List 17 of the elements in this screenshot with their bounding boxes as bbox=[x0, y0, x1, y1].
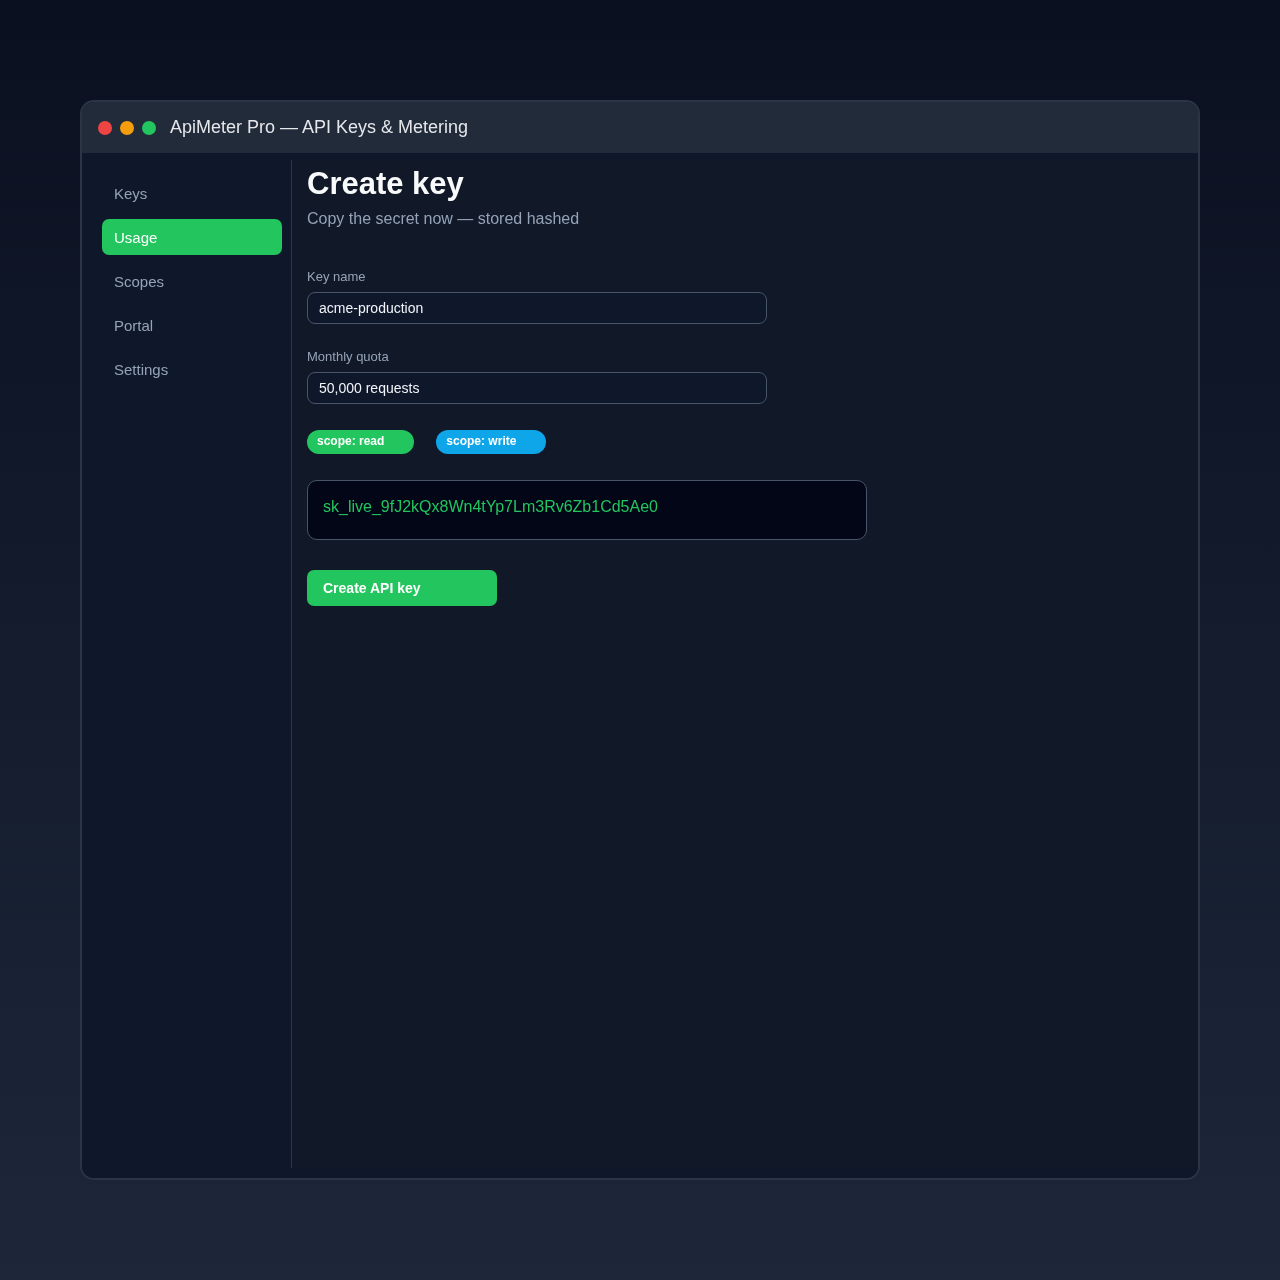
page-subtitle: Copy the secret now — stored hashed bbox=[307, 209, 580, 229]
field-label: Monthly quota bbox=[307, 349, 390, 365]
sidebar-item[interactable]: Keys bbox=[102, 175, 282, 211]
sidebar-item[interactable]: Scopes bbox=[102, 263, 282, 299]
text-field[interactable]: acme-production bbox=[307, 292, 767, 324]
scope-tag: scope: read bbox=[307, 430, 415, 454]
scope-tag: scope: write bbox=[436, 430, 547, 454]
secret-key-display: sk_live_9fJ2kQx8Wn4tYp7Lm3Rv6Zb1Cd5Ae0 bbox=[307, 480, 867, 540]
window-title: ApiMeter Pro — API Keys & Metering bbox=[170, 117, 469, 138]
sidebar-item[interactable]: Settings bbox=[102, 351, 282, 387]
text-field[interactable]: 50,000 requests bbox=[307, 372, 767, 404]
page-title: Create key bbox=[307, 166, 464, 202]
maximize-light-icon[interactable] bbox=[142, 120, 156, 135]
sidebar-item[interactable]: Portal bbox=[102, 307, 282, 343]
field-label: Key name bbox=[307, 269, 367, 285]
minimize-light-icon[interactable] bbox=[120, 120, 134, 135]
close-light-icon[interactable] bbox=[98, 120, 112, 135]
